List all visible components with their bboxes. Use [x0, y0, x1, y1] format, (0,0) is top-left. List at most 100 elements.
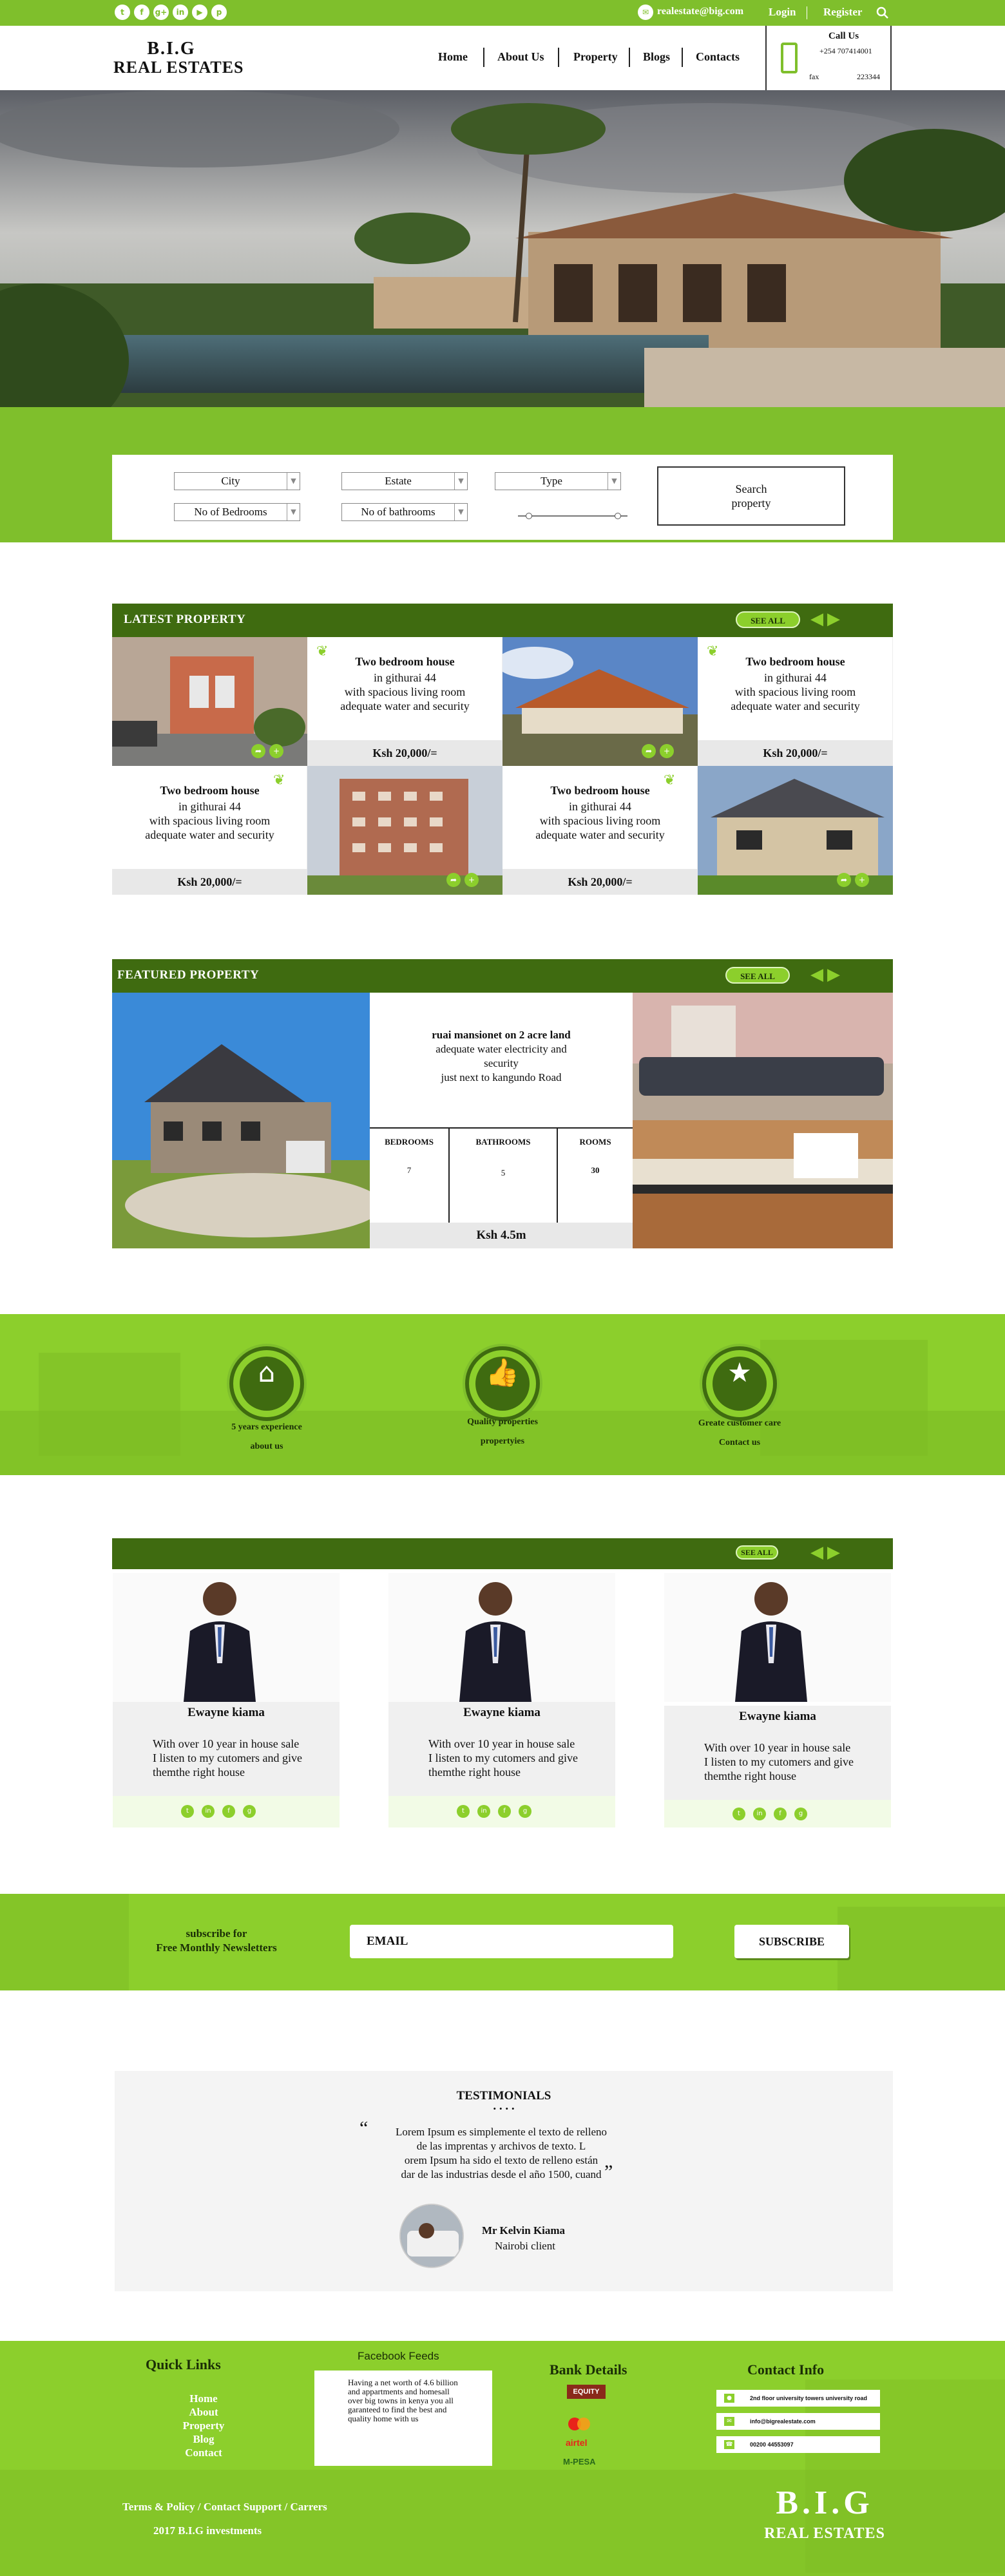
quality-feature[interactable]: 👍: [465, 1346, 540, 1421]
share-icon[interactable]: ➦: [446, 873, 461, 887]
property-image[interactable]: ➦ +: [698, 766, 893, 895]
property-card[interactable]: ❦ Two bedroom house in githurai 44 with …: [307, 637, 503, 766]
property-card[interactable]: ❦ Two bedroom house in githurai 44 with …: [112, 766, 307, 895]
add-icon[interactable]: +: [855, 873, 869, 887]
chevron-down-icon: ▼: [608, 473, 620, 490]
facebook-icon[interactable]: f: [222, 1805, 235, 1818]
featured-image[interactable]: [112, 993, 370, 1248]
see-all-button[interactable]: SEE ALL: [736, 1545, 778, 1560]
agent-card[interactable]: Ewayne kiama With over 10 year in house …: [113, 1573, 340, 1827]
youtube-icon[interactable]: ▶: [192, 5, 207, 20]
arrow-right-icon[interactable]: ▶: [827, 611, 841, 627]
property-image[interactable]: ➦ +: [307, 766, 503, 895]
add-icon[interactable]: +: [464, 873, 479, 887]
add-icon[interactable]: +: [660, 744, 674, 758]
google-plus-icon[interactable]: g+: [153, 5, 169, 20]
logo-line1[interactable]: B.I.G: [113, 39, 229, 59]
linkedin-icon[interactable]: in: [202, 1805, 215, 1818]
footer-link-blog[interactable]: Blog: [171, 2433, 236, 2446]
login-link[interactable]: Login: [769, 6, 796, 19]
estate-select[interactable]: Estate ▼: [341, 472, 468, 490]
home-feature[interactable]: ⌂: [229, 1346, 304, 1421]
arrow-left-icon[interactable]: ◀: [810, 611, 825, 627]
arrow-right-icon[interactable]: ▶: [827, 966, 841, 983]
card-line1: in githurai 44: [764, 671, 827, 684]
city-select[interactable]: City ▼: [174, 472, 300, 490]
facebook-feed[interactable]: Having a net worth of 4.6 billion and ap…: [314, 2371, 492, 2466]
contact-phone[interactable]: ☎ 00200 44553097: [716, 2436, 880, 2453]
card-line1: in githurai 44: [374, 671, 436, 684]
footer-logo-line1[interactable]: B.I.G: [760, 2484, 889, 2522]
property-image[interactable]: ➦ +: [112, 637, 307, 766]
agent-bio-line: With over 10 year in house sale: [153, 1737, 300, 1750]
logo-line2[interactable]: REAL ESTATES: [113, 58, 244, 77]
pinterest-icon[interactable]: p: [211, 5, 227, 20]
facebook-icon[interactable]: f: [498, 1805, 511, 1818]
nav-home[interactable]: Home: [438, 50, 468, 64]
footer-link-contact[interactable]: Contact: [171, 2447, 236, 2459]
equity-logo: EQUITY: [567, 2385, 606, 2399]
featured-line3: just next to kangundo Road: [441, 1071, 562, 1083]
card-line3: adequate water and security: [535, 828, 665, 841]
nav-contacts[interactable]: Contacts: [696, 50, 740, 64]
footer-link-home[interactable]: Home: [171, 2392, 236, 2405]
linkedin-icon[interactable]: in: [477, 1805, 490, 1818]
bedrooms-select[interactable]: No of Bedrooms ▼: [174, 503, 300, 521]
type-select[interactable]: Type ▼: [495, 472, 621, 490]
google-plus-icon[interactable]: g: [519, 1805, 531, 1818]
footer-link-about[interactable]: About: [171, 2406, 236, 2419]
nav-property[interactable]: Property: [573, 50, 618, 64]
property-image[interactable]: ➦ +: [503, 637, 698, 766]
agent-bio: With over 10 year in house sale I listen…: [664, 1728, 891, 1800]
facebook-icon[interactable]: f: [134, 5, 149, 20]
add-icon[interactable]: +: [269, 744, 283, 758]
property-card[interactable]: ❦ Two bedroom house in githurai 44 with …: [698, 637, 893, 766]
search-panel: City ▼ Estate ▼ Type ▼ No of Bedrooms ▼ No o…: [112, 455, 893, 540]
nav-about[interactable]: About Us: [497, 50, 544, 64]
arrow-left-icon[interactable]: ◀: [810, 1544, 825, 1561]
nav-blogs[interactable]: Blogs: [643, 50, 670, 64]
living-room-image[interactable]: [633, 993, 893, 1120]
footer-link-property[interactable]: Property: [171, 2419, 236, 2432]
share-icon[interactable]: ➦: [837, 873, 851, 887]
twitter-icon[interactable]: t: [181, 1805, 194, 1818]
google-plus-icon[interactable]: g: [243, 1805, 256, 1818]
terms-links[interactable]: Terms & Policy / Contact Support / Carre…: [122, 2501, 327, 2514]
facebook-icon[interactable]: f: [774, 1808, 787, 1820]
twitter-icon[interactable]: t: [457, 1805, 470, 1818]
customer-care-feature[interactable]: ★: [702, 1346, 777, 1421]
register-link[interactable]: Register: [823, 6, 862, 19]
slider-handle[interactable]: [526, 513, 532, 519]
contact-email[interactable]: ✉ info@bigrealestate.com: [716, 2413, 880, 2430]
twitter-icon[interactable]: t: [732, 1808, 745, 1820]
see-all-button[interactable]: SEE ALL: [725, 967, 790, 984]
footer-logo-line2[interactable]: REAL ESTATES: [760, 2525, 889, 2543]
email-input[interactable]: EMAIL: [350, 1925, 673, 1958]
share-icon[interactable]: ➦: [251, 744, 265, 758]
see-all-button[interactable]: SEE ALL: [736, 611, 800, 628]
search-icon[interactable]: [876, 6, 889, 19]
slider-handle[interactable]: [615, 513, 621, 519]
share-icon[interactable]: ➦: [642, 744, 656, 758]
feature-line2[interactable]: about us: [183, 1436, 350, 1457]
arrow-left-icon[interactable]: ◀: [810, 966, 825, 983]
property-card[interactable]: ❦ Two bedroom house in githurai 44 with …: [503, 766, 698, 895]
card-price: Ksh 20,000/=: [503, 869, 698, 895]
price-slider[interactable]: [518, 513, 627, 519]
agent-card[interactable]: Ewayne kiama With over 10 year in house …: [388, 1573, 615, 1827]
subscribe-button[interactable]: SUBSCRIBE: [734, 1925, 849, 1958]
twitter-icon[interactable]: t: [115, 5, 130, 20]
kitchen-image[interactable]: [633, 1120, 893, 1248]
agents-bar: SEE ALL ◀ ▶: [112, 1538, 893, 1569]
arrow-right-icon[interactable]: ▶: [827, 1544, 841, 1561]
google-plus-icon[interactable]: g: [794, 1808, 807, 1820]
linkedin-icon[interactable]: in: [173, 5, 188, 20]
email-link[interactable]: realestate@big.com: [657, 6, 743, 17]
carousel-dots[interactable]: . . . .: [115, 2099, 893, 2113]
agent-card[interactable]: Ewayne kiama With over 10 year in house …: [664, 1573, 891, 1827]
feature-line2[interactable]: propertyies: [419, 1431, 586, 1452]
search-property-button[interactable]: Search property: [657, 466, 845, 526]
linkedin-icon[interactable]: in: [753, 1808, 766, 1820]
bathrooms-select[interactable]: No of bathrooms ▼: [341, 503, 468, 521]
feature-line2[interactable]: Contact us: [656, 1433, 823, 1453]
